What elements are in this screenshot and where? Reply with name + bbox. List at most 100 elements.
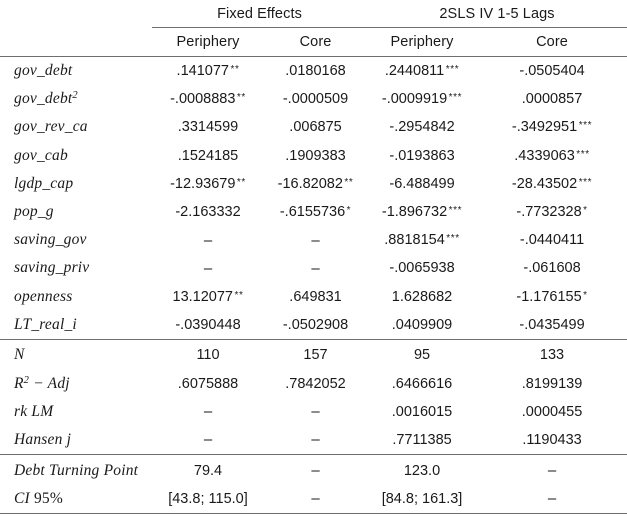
cell-value: .0180168	[285, 63, 346, 80]
value-cell: .0000455	[477, 398, 627, 426]
table-row: pop_g -2.163332 -.6155736 * -1.896732 *** -.77…	[0, 198, 627, 226]
row-label-tail: − Adj	[29, 374, 70, 392]
significance-stars: *	[583, 205, 588, 217]
value-cell: .1190433	[477, 425, 627, 456]
empty-dash: –	[547, 462, 557, 480]
value-cell: -.0193863	[367, 142, 477, 170]
table-row: gov_debt .141077 ** .0180168 .2440811 *** -.05…	[0, 57, 627, 86]
cell-value: .1909383	[285, 147, 346, 164]
column-header-iv-core: Core	[477, 27, 627, 57]
value-cell: .1909383	[264, 142, 367, 170]
column-header-fe-core: Core	[264, 27, 368, 57]
significance-stars: **	[236, 176, 246, 188]
table-row: Hansen j – – .7711385 .1190433	[0, 425, 627, 456]
significance-stars: *	[583, 289, 588, 301]
empty-dash: –	[311, 462, 320, 480]
value-cell: –	[152, 398, 264, 426]
row-label: openness	[14, 287, 73, 305]
empty-dash: –	[203, 403, 213, 421]
group-header-2sls-iv: 2SLS IV 1-5 Lags	[367, 0, 627, 28]
cell-value: .6466616	[391, 375, 453, 392]
value-cell: -1.896732 ***	[367, 198, 477, 226]
cell-value: .8818154	[384, 232, 445, 249]
cell-value: -1.176155	[516, 288, 582, 305]
column-header-blank	[0, 27, 152, 57]
empty-dash: –	[203, 231, 213, 249]
cell-value: -.0065938	[389, 260, 455, 277]
row-label: gov_debt	[14, 62, 73, 80]
row-label: N	[14, 346, 25, 364]
value-cell: -.3492951 ***	[477, 113, 627, 141]
value-cell: 110	[152, 339, 264, 369]
cell-value: 123.0	[403, 462, 441, 479]
cell-value: 110	[196, 347, 220, 364]
row-label: rk LM	[14, 402, 54, 420]
value-cell: .1524185	[152, 142, 264, 170]
value-cell: [43.8; 115.0]	[152, 484, 264, 514]
value-cell: .0180168	[264, 57, 367, 86]
significance-stars: **	[234, 289, 244, 301]
significance-stars: ***	[448, 205, 463, 217]
cell-value: .141077	[176, 63, 229, 80]
row-label: LT_real_i	[0, 310, 152, 340]
significance-stars: ***	[576, 148, 590, 160]
cell-value: .7842052	[285, 375, 346, 392]
cell-value: .2440811	[384, 63, 445, 80]
value-cell: -.061608	[477, 254, 627, 282]
cell-value: -12.93679	[170, 175, 236, 192]
significance-stars: **	[230, 64, 240, 76]
cell-value: [43.8; 115.0]	[168, 490, 248, 507]
cell-value: .0016015	[391, 403, 453, 420]
cell-value: -16.82082	[277, 175, 343, 192]
significance-stars: **	[236, 92, 246, 104]
cell-value: .4339063	[514, 147, 575, 164]
group-header-blank	[0, 0, 152, 28]
value-cell: .0409909	[367, 310, 478, 340]
regression-table-container: Fixed Effects 2SLS IV 1-5 Lags Periphery…	[0, 0, 627, 523]
value-cell: .7711385	[367, 425, 478, 456]
value-cell: –	[264, 425, 368, 456]
cell-value: .0000455	[521, 403, 583, 420]
value-cell: –	[264, 484, 368, 514]
row-label: pop_g	[14, 203, 54, 221]
value-cell: .7842052	[264, 369, 367, 397]
value-cell: –	[264, 226, 367, 254]
row-label: R2 − Adj	[14, 374, 70, 392]
cell-value: -.0390448	[175, 316, 241, 333]
table-row: CI 95% [43.8; 115.0] – [84.8; 161.3] –	[0, 484, 627, 514]
significance-stars: **	[344, 176, 354, 188]
row-label: CI 95%	[0, 484, 152, 514]
table-header: Fixed Effects 2SLS IV 1-5 Lags Periphery…	[0, 0, 627, 57]
significance-stars: ***	[446, 233, 460, 245]
value-cell: -.0505404	[477, 57, 627, 86]
regression-results-table: Fixed Effects 2SLS IV 1-5 Lags Periphery…	[0, 0, 627, 514]
value-cell: –	[264, 254, 367, 282]
value-cell: 13.12077 **	[152, 283, 264, 311]
column-header-fe-periphery: Periphery	[152, 27, 264, 57]
group-header-fixed-effects: Fixed Effects	[152, 0, 368, 28]
value-cell: 133	[477, 339, 627, 369]
table-row: gov_rev_ca .3314599 .006875 -.2954842 -.3492…	[0, 113, 627, 141]
table-row: gov_cab .1524185 .1909383 -.0193863 .4339063…	[0, 142, 627, 170]
cell-value: -.0440411	[519, 232, 585, 249]
value-cell: –	[152, 425, 264, 456]
value-cell: -.7732328 *	[477, 198, 627, 226]
value-cell: .8818154 ***	[367, 226, 477, 254]
cell-value: -.0193863	[389, 147, 455, 164]
value-cell: -.0009919 ***	[367, 85, 477, 113]
cell-value: 95	[413, 347, 431, 364]
cell-value: [84.8; 161.3]	[381, 490, 463, 507]
table-row: gov_debt2 -.0008883 ** -.0000509 -.0009919 **…	[0, 85, 627, 113]
table-row: R2 − Adj .6075888 .7842052 .6466616 .8199139	[0, 369, 627, 397]
row-label: gov_rev_ca	[14, 118, 88, 136]
value-cell: .0016015	[367, 398, 477, 426]
row-label: lgdp_cap	[14, 174, 74, 192]
cell-value: 13.12077	[172, 288, 233, 305]
value-cell: .6075888	[152, 369, 264, 397]
cell-value: .0000857	[521, 91, 583, 108]
table-row: LT_real_i -.0390448 -.0502908 .0409909 -.043…	[0, 310, 627, 340]
empty-dash: –	[547, 490, 557, 508]
significance-stars: ***	[578, 120, 593, 132]
value-cell: –	[264, 455, 367, 485]
value-cell: -28.43502 ***	[477, 170, 627, 198]
